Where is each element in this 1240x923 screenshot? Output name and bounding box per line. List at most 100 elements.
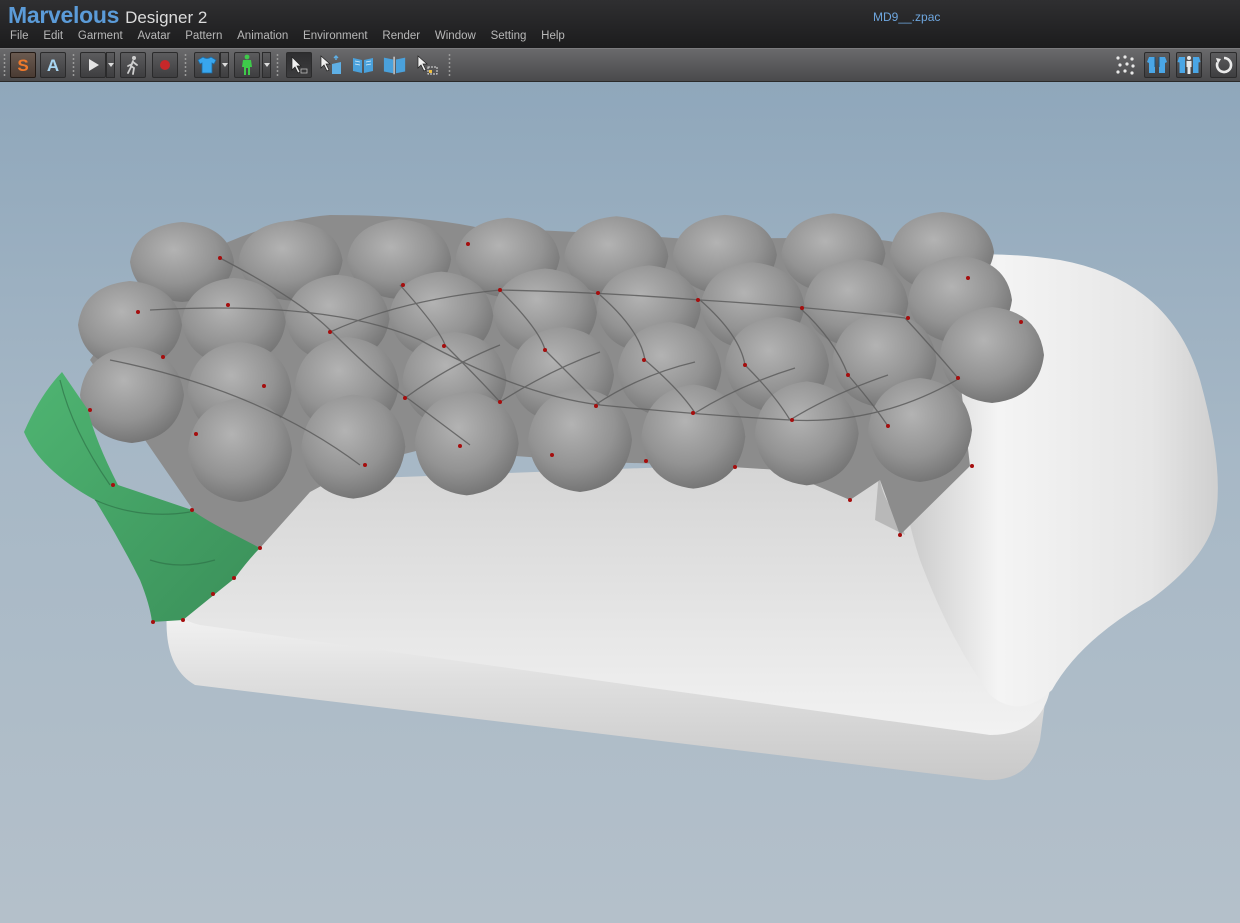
animation-mode-button[interactable]: A [40, 52, 66, 78]
cursor-box-select-icon [417, 55, 438, 75]
file-name: MD9__.zpac [873, 10, 941, 24]
menu-help[interactable]: Help [534, 28, 572, 46]
tuft-pillow [301, 394, 406, 499]
pin-point[interactable] [226, 303, 230, 307]
pin-point[interactable] [956, 376, 960, 380]
pin-point[interactable] [262, 384, 266, 388]
app-product-name: Designer 2 [125, 8, 208, 27]
pin-point[interactable] [328, 330, 332, 334]
pin-point[interactable] [906, 316, 910, 320]
toolbar-grip[interactable] [184, 53, 187, 78]
pin-point[interactable] [88, 408, 92, 412]
walking-figure-icon [127, 56, 138, 75]
pin-point[interactable] [442, 344, 446, 348]
garment-button[interactable] [194, 52, 220, 78]
pin-point[interactable] [190, 508, 194, 512]
fold-tool[interactable] [350, 52, 376, 78]
animation-mode-label: A [46, 55, 60, 75]
pin-point[interactable] [644, 459, 648, 463]
select-move-tool[interactable] [286, 52, 312, 78]
avatar-dropdown[interactable] [262, 52, 271, 78]
pin-point[interactable] [161, 355, 165, 359]
fold-arrange-tool[interactable] [382, 52, 408, 78]
avatar-garment-icon [1177, 56, 1201, 74]
pin-point[interactable] [848, 498, 852, 502]
reset-view-button[interactable] [1210, 52, 1237, 78]
simulate-button[interactable] [80, 52, 106, 78]
pin-point[interactable] [498, 400, 502, 404]
menu-animation[interactable]: Animation [230, 28, 296, 46]
toolbar-grip[interactable] [448, 53, 451, 78]
menu-edit[interactable]: Edit [36, 28, 71, 46]
pin-point[interactable] [498, 288, 502, 292]
cursor-mesh-icon [320, 55, 341, 74]
avatar-button[interactable] [234, 52, 260, 78]
pin-point[interactable] [1019, 320, 1023, 324]
pin-point[interactable] [181, 618, 185, 622]
show-points-button[interactable] [1112, 52, 1138, 78]
box-select-tool[interactable] [414, 52, 440, 78]
menu-avatar[interactable]: Avatar [130, 28, 178, 46]
toolbar-grip[interactable] [3, 53, 6, 78]
pin-point[interactable] [232, 576, 236, 580]
title-bar: Marvelous Designer 2 MD9__.zpac File Edi… [0, 0, 1240, 48]
garment-dropdown[interactable] [220, 52, 229, 78]
menu-pattern[interactable]: Pattern [178, 28, 230, 46]
select-mesh-tool[interactable] [318, 52, 344, 78]
pin-point[interactable] [696, 298, 700, 302]
pin-point[interactable] [466, 242, 470, 246]
pin-point[interactable] [363, 463, 367, 467]
pin-point[interactable] [642, 358, 646, 362]
record-button[interactable] [152, 52, 178, 78]
pin-point[interactable] [403, 396, 407, 400]
tuft-pillow [868, 378, 972, 482]
tuft-pillow [641, 384, 746, 489]
record-icon [160, 60, 170, 70]
pin-point[interactable] [401, 283, 405, 287]
show-garment-button[interactable] [1144, 52, 1170, 78]
fold-cloth-icon [353, 58, 373, 73]
pin-point[interactable] [733, 465, 737, 469]
points-grid-icon [1116, 55, 1135, 75]
toolbar-grip[interactable] [72, 53, 75, 78]
pin-point[interactable] [596, 291, 600, 295]
menu-garment[interactable]: Garment [71, 28, 131, 46]
pin-point[interactable] [594, 404, 598, 408]
scene-render [24, 212, 1218, 781]
pin-point[interactable] [550, 453, 554, 457]
pin-point[interactable] [846, 373, 850, 377]
pin-point[interactable] [886, 424, 890, 428]
pin-point[interactable] [194, 432, 198, 436]
simulate-dropdown[interactable] [106, 52, 115, 78]
pin-point[interactable] [218, 256, 222, 260]
pin-point[interactable] [966, 276, 970, 280]
menu-window[interactable]: Window [428, 28, 484, 46]
toolbar-grip[interactable] [276, 53, 279, 78]
pin-point[interactable] [970, 464, 974, 468]
pin-point[interactable] [211, 592, 215, 596]
pin-point[interactable] [691, 411, 695, 415]
3d-viewport[interactable] [0, 82, 1240, 923]
pin-point[interactable] [136, 310, 140, 314]
pin-point[interactable] [258, 546, 262, 550]
pin-point[interactable] [111, 483, 115, 487]
show-avatar-button[interactable] [1176, 52, 1202, 78]
menu-setting[interactable]: Setting [483, 28, 534, 46]
menu-render[interactable]: Render [375, 28, 428, 46]
menu-file[interactable]: File [0, 28, 36, 46]
pin-point[interactable] [800, 306, 804, 310]
tuft-pillow [80, 347, 184, 443]
pin-point[interactable] [151, 620, 155, 624]
tshirt-icon [197, 56, 217, 74]
pin-point[interactable] [458, 444, 462, 448]
simulation-mode-button[interactable]: S [10, 52, 36, 78]
pin-point[interactable] [543, 348, 547, 352]
menu-environment[interactable]: Environment [296, 28, 375, 46]
app-brand-name: Marvelous [8, 2, 120, 28]
pin-point[interactable] [743, 363, 747, 367]
walk-motion-button[interactable] [120, 52, 146, 78]
pin-point[interactable] [898, 533, 902, 537]
refresh-icon [1215, 56, 1232, 74]
tuft-pillow [528, 388, 632, 492]
pin-point[interactable] [790, 418, 794, 422]
